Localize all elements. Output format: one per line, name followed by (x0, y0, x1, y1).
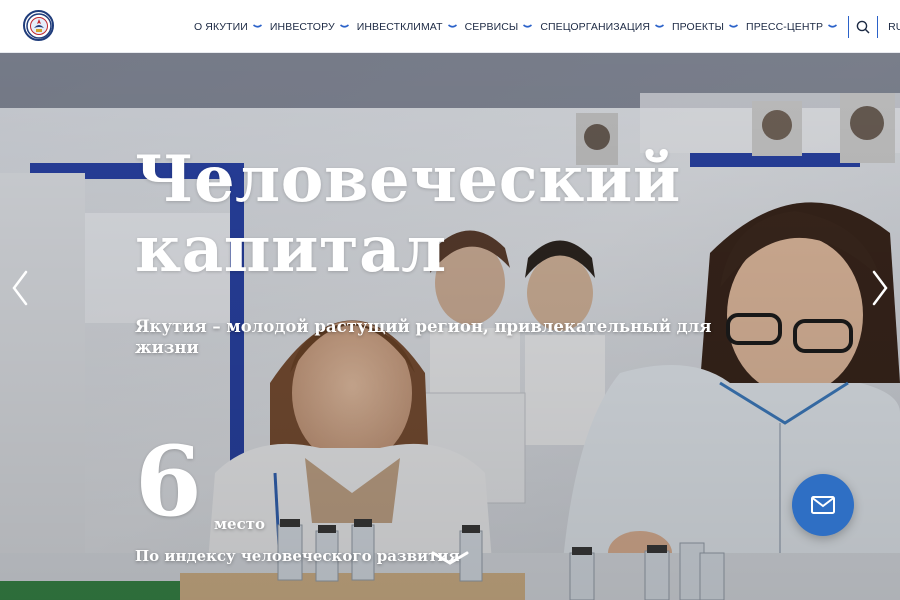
nav-item-specorg[interactable]: СПЕЦОРГАНИЗАЦИЯ (536, 0, 668, 53)
slider-prev-button[interactable] (8, 268, 32, 308)
slider-next-button[interactable] (868, 268, 892, 308)
hero-slider: Человеческий капитал Якутия – молодой ра… (0, 53, 900, 600)
stat-unit: место (214, 515, 266, 533)
nav-item-investor[interactable]: ИНВЕСТОРУ (266, 0, 353, 53)
contact-mail-button[interactable] (792, 474, 854, 536)
hero-title-line: капитал (135, 212, 447, 287)
nav-item-label: О ЯКУТИИ (194, 20, 248, 33)
nav-item-label: ИНВЕСТКЛИМАТ (356, 20, 443, 33)
chevron-down-icon (252, 22, 262, 32)
header-divider (877, 15, 879, 38)
nav-item-label: ПРОЕКТЫ (672, 20, 725, 33)
hero-title-line: Человеческий (135, 142, 681, 217)
chevron-down-icon (523, 22, 533, 32)
chevron-down-icon (431, 551, 469, 565)
language-switch[interactable]: RU (885, 0, 900, 53)
stat-description: По индексу человеческого развития (135, 547, 460, 565)
chevron-down-icon (655, 22, 665, 32)
nav-item-about[interactable]: О ЯКУТИИ (190, 0, 266, 53)
nav-item-label: ПРЕСС-ЦЕНТР (746, 20, 824, 33)
nav-item-investclimate[interactable]: ИНВЕСТКЛИМАТ (353, 0, 461, 53)
header-divider (848, 15, 850, 38)
yakutia-emblem-icon[interactable] (23, 10, 54, 41)
search-button[interactable] (856, 0, 870, 53)
scroll-down-button[interactable] (430, 549, 470, 569)
envelope-icon (811, 496, 835, 514)
chevron-down-icon (339, 22, 349, 32)
hero-title: Человеческий капитал (135, 145, 681, 285)
nav-item-press[interactable]: ПРЕСС-ЦЕНТР (742, 0, 841, 53)
nav-item-label: СПЕЦОРГАНИЗАЦИЯ (540, 20, 651, 33)
language-label: RU (888, 20, 900, 33)
chevron-down-icon (828, 22, 838, 32)
nav-item-services[interactable]: СЕРВИСЫ (461, 0, 537, 53)
nav-item-label: ИНВЕСТОРУ (269, 20, 335, 33)
stat-value: 6 (135, 425, 202, 538)
nav-item-label: СЕРВИСЫ (464, 20, 519, 33)
main-nav: О ЯКУТИИ ИНВЕСТОРУ ИНВЕСТКЛИМАТ СЕРВИСЫ … (190, 0, 900, 53)
chevron-down-icon (729, 22, 739, 32)
site-header: О ЯКУТИИ ИНВЕСТОРУ ИНВЕСТКЛИМАТ СЕРВИСЫ … (0, 0, 900, 53)
chevron-right-icon (872, 270, 888, 306)
chevron-down-icon (447, 22, 457, 32)
search-icon (856, 20, 870, 34)
chevron-left-icon (12, 270, 28, 306)
nav-item-projects[interactable]: ПРОЕКТЫ (668, 0, 742, 53)
hero-subtitle: Якутия – молодой растущий регион, привле… (135, 317, 712, 357)
